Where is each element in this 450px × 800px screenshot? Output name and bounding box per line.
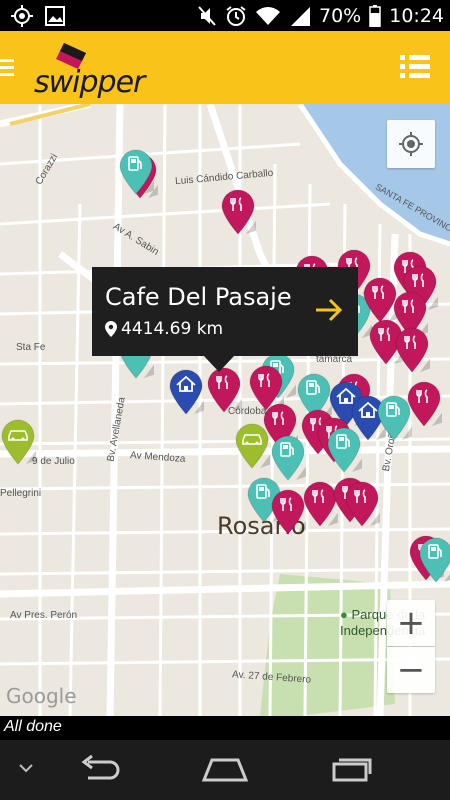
info-distance-row: 4414.69 km — [105, 319, 223, 339]
crosshair-icon — [399, 132, 423, 156]
info-window[interactable]: Cafe Del Pasaje 4414.69 km — [92, 267, 358, 372]
back-icon[interactable] — [78, 754, 122, 784]
fuel-marker-icon[interactable] — [118, 148, 162, 196]
image-icon — [45, 6, 65, 26]
hide-keyboard-icon[interactable] — [18, 762, 34, 774]
restaurant-marker-icon[interactable] — [394, 326, 438, 374]
recents-icon[interactable] — [330, 754, 374, 784]
signal-icon — [291, 7, 310, 26]
battery-percent: 70% — [319, 5, 362, 27]
fuel-marker-icon[interactable] — [270, 434, 314, 482]
street-label: Av Pres. Perón — [10, 610, 78, 621]
alarm-icon — [226, 6, 246, 26]
map-view[interactable]: Luis Cándido Carballo Corazzi Av A. Sabi… — [0, 104, 450, 716]
home-marker-icon[interactable] — [168, 368, 212, 416]
battery-icon — [369, 5, 381, 27]
logo-text: swipper — [34, 65, 145, 100]
fuel-marker-icon[interactable] — [418, 536, 450, 584]
menu-icon[interactable] — [0, 59, 14, 80]
info-distance: 4414.69 km — [121, 319, 224, 339]
system-nav-bar — [0, 740, 450, 800]
info-window-pointer — [204, 356, 234, 372]
restaurant-marker-icon[interactable] — [406, 380, 450, 428]
car-marker-icon[interactable] — [234, 422, 278, 470]
zoom-out-button[interactable]: − — [387, 647, 435, 693]
wifi-icon — [256, 7, 280, 25]
street-label: 9 de Julio — [32, 456, 75, 467]
status-message: All done — [0, 716, 450, 740]
location-pin-icon — [105, 321, 117, 337]
car-marker-icon[interactable] — [0, 418, 44, 466]
street-label: Pellegrini — [0, 488, 42, 499]
fuel-marker-icon[interactable] — [326, 426, 370, 474]
google-attribution: Google — [6, 684, 77, 708]
my-location-button[interactable] — [387, 120, 435, 168]
info-title: Cafe Del Pasaje — [105, 283, 292, 311]
restaurant-marker-icon[interactable] — [344, 480, 388, 528]
arrow-right-icon[interactable] — [314, 295, 344, 325]
list-icon[interactable] — [400, 55, 430, 79]
restaurant-marker-icon[interactable] — [270, 488, 314, 536]
restaurant-marker-icon[interactable] — [220, 188, 264, 236]
status-bar: 70% 10:24 — [0, 0, 450, 31]
app-bar: swipper — [0, 31, 450, 104]
home-icon[interactable] — [200, 754, 250, 784]
gps-icon — [11, 5, 33, 27]
clock: 10:24 — [389, 5, 444, 27]
zoom-in-button[interactable]: + — [387, 600, 435, 646]
mute-icon — [198, 6, 216, 26]
street-label: Sta Fe — [16, 342, 46, 353]
restaurant-marker-icon[interactable] — [206, 366, 250, 414]
